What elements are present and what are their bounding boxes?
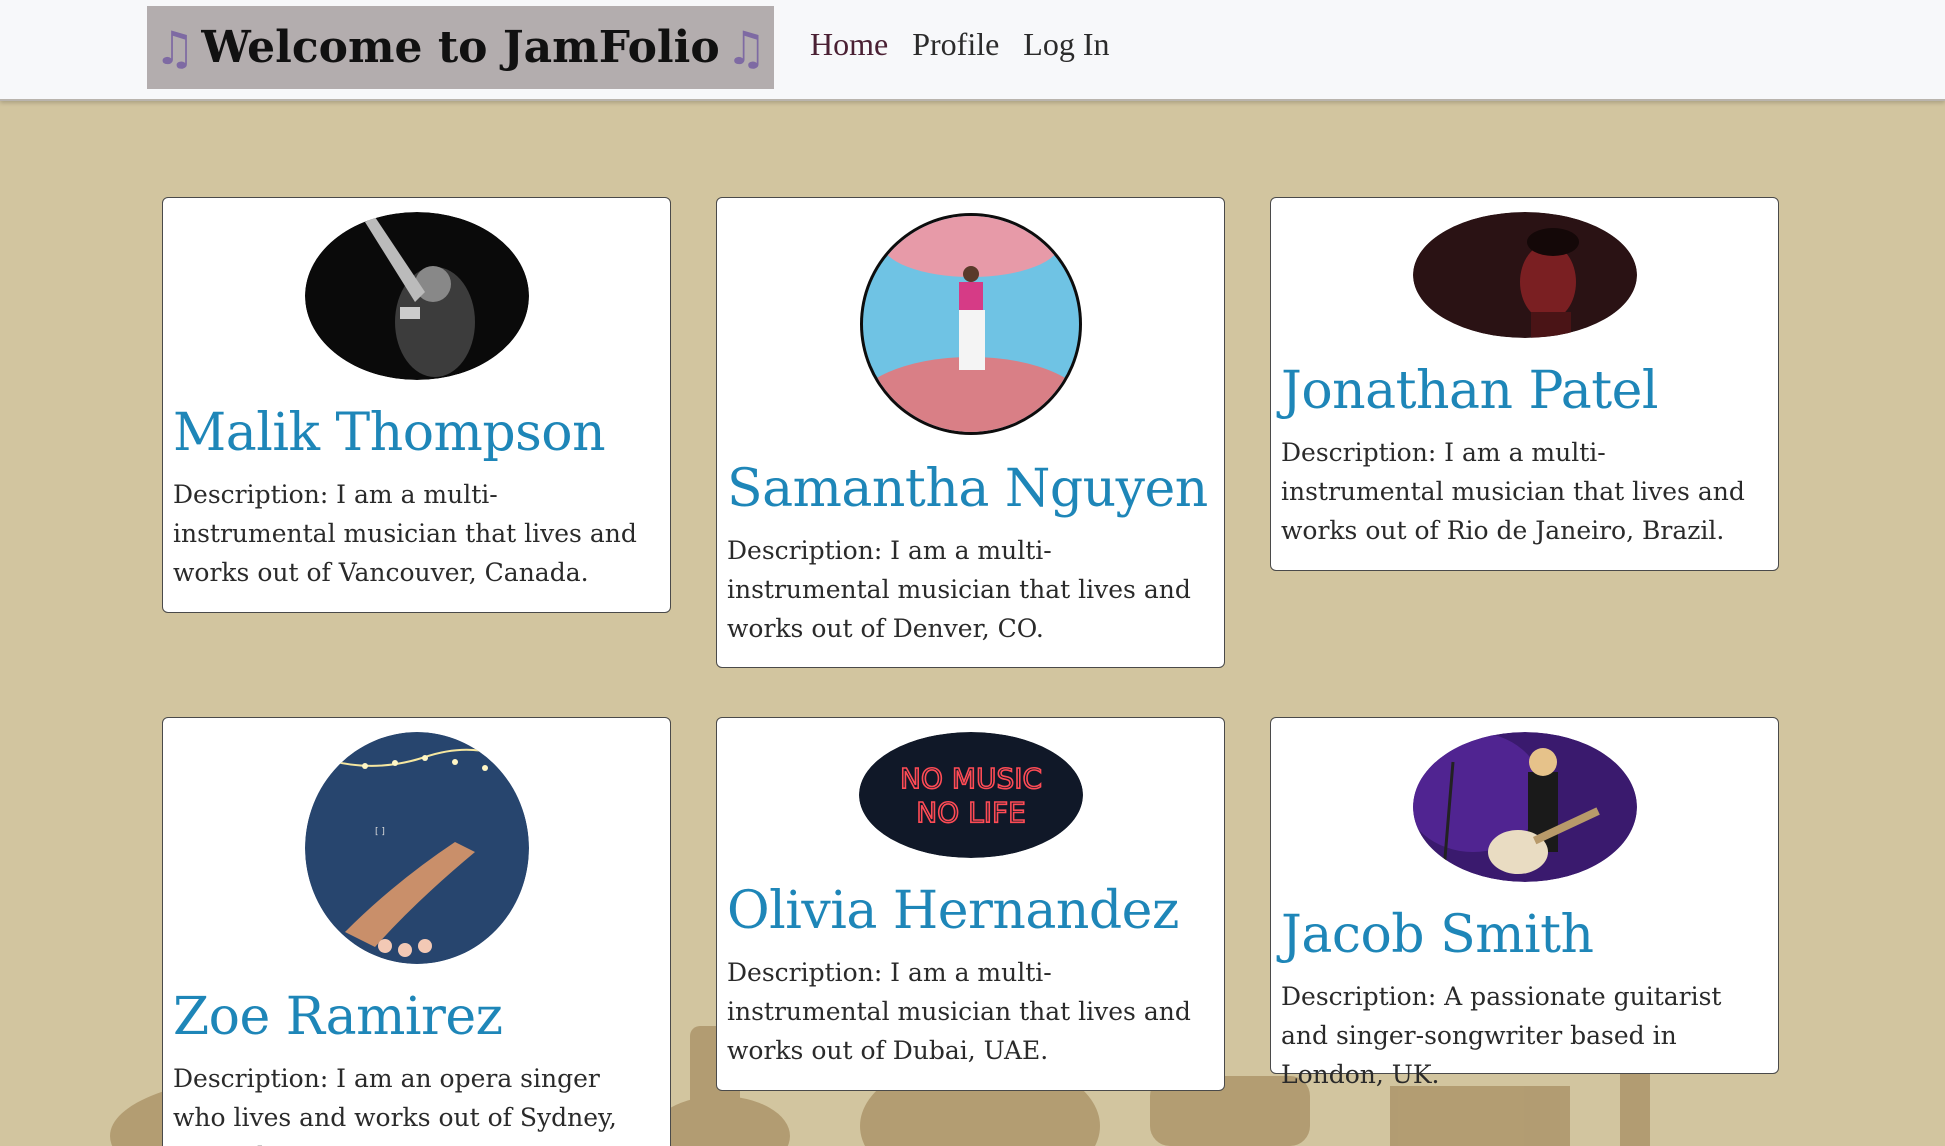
musician-card[interactable]: NO MUSIC NO LIFE Olivia Hernandez Descri… xyxy=(716,717,1225,1091)
svg-text:NO LIFE: NO LIFE xyxy=(916,796,1026,829)
music-note-icon: ♫ xyxy=(725,20,767,75)
svg-text:[ ]: [ ] xyxy=(375,827,385,837)
musician-avatar-image xyxy=(1412,212,1637,338)
brand-banner[interactable]: ♫ Welcome to JamFolio ♫ xyxy=(147,6,774,89)
musician-description: Description: I am an opera singer who li… xyxy=(173,1063,617,1146)
musician-avatar-image xyxy=(1412,732,1637,882)
musician-description: Description: I am a multi-instrumental m… xyxy=(727,957,1191,1065)
musician-avatar-image xyxy=(304,212,529,380)
music-note-icon: ♫ xyxy=(154,20,196,75)
nav-link-home[interactable]: Home xyxy=(810,26,888,63)
musician-description: Description: I am a multi-instrumental m… xyxy=(727,535,1191,643)
musician-card[interactable]: Jonathan Patel Description: I am a multi… xyxy=(1270,197,1779,571)
musician-name[interactable]: Samantha Nguyen xyxy=(727,462,1214,517)
musician-card[interactable]: Samantha Nguyen Description: I am a mult… xyxy=(716,197,1225,668)
top-navbar: ♫ Welcome to JamFolio ♫ Home Profile Log… xyxy=(0,0,1945,101)
musician-card[interactable]: Jacob Smith Description: A passionate gu… xyxy=(1270,717,1779,1089)
nav-link-profile[interactable]: Profile xyxy=(912,26,999,63)
musician-card[interactable]: [ ] Zoe Ramirez Description: I am an ope… xyxy=(162,717,671,1146)
musician-name[interactable]: Olivia Hernandez xyxy=(727,884,1214,939)
nav-links: Home Profile Log In xyxy=(810,26,1110,63)
brand-title: Welcome to JamFolio xyxy=(201,22,720,73)
musician-description: Description: I am a multi-instrumental m… xyxy=(173,479,637,587)
musician-name[interactable]: Malik Thompson xyxy=(173,406,660,461)
musician-avatar-image: [ ] xyxy=(304,732,529,964)
musician-description: Description: I am a multi-instrumental m… xyxy=(1281,437,1745,545)
musician-name[interactable]: Jacob Smith xyxy=(1281,908,1768,963)
musician-avatar-image xyxy=(859,213,1082,435)
musician-name[interactable]: Jonathan Patel xyxy=(1281,364,1768,419)
musician-card-grid: Malik Thompson Description: I am a multi… xyxy=(0,0,1945,1146)
musician-name[interactable]: Zoe Ramirez xyxy=(173,990,660,1045)
svg-text:NO MUSIC: NO MUSIC xyxy=(899,762,1041,795)
nav-link-login[interactable]: Log In xyxy=(1023,26,1109,63)
musician-description: Description: A passionate guitarist and … xyxy=(1281,981,1722,1089)
musician-card[interactable]: Malik Thompson Description: I am a multi… xyxy=(162,197,671,613)
musician-avatar-image: NO MUSIC NO LIFE xyxy=(858,732,1083,858)
